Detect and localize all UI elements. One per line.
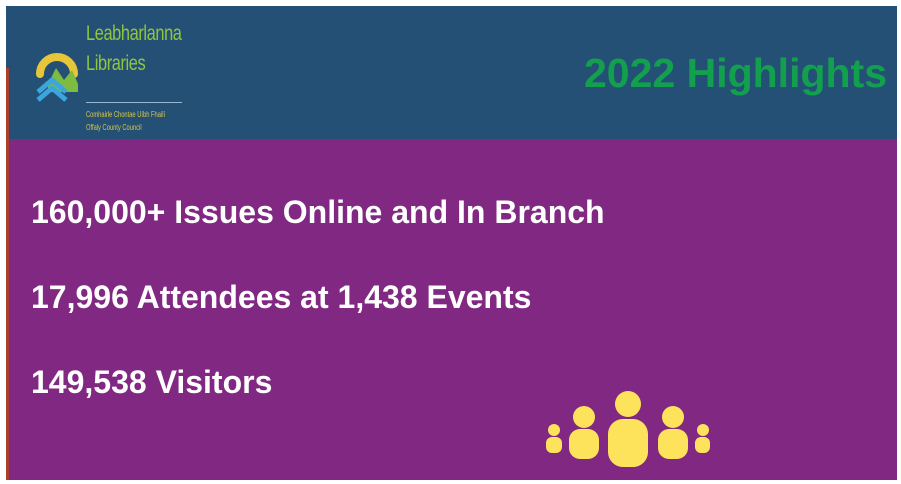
- slide: Leabharlanna Libraries Comhairle Chontae…: [6, 6, 897, 480]
- highlight-visitors: 149,538 Visitors: [31, 364, 273, 400]
- page-title: 2022 Highlights: [583, 50, 887, 96]
- left-accent-bar: [6, 68, 9, 480]
- library-logo: Leabharlanna Libraries Comhairle Chontae…: [30, 20, 210, 136]
- highlights-panel: 160,000+ Issues Online and In Branch 17,…: [6, 139, 897, 480]
- highlight-issues: 160,000+ Issues Online and In Branch: [31, 194, 605, 230]
- logo-name-english: Libraries: [86, 52, 146, 75]
- highlight-events: 17,996 Attendees at 1,438 Events: [31, 279, 532, 315]
- logo-council-irish: Comhairle Chontae Uíbh Fhailí: [86, 110, 166, 119]
- logo-divider: [86, 102, 182, 103]
- people-group-icon: [546, 391, 710, 467]
- logo-name-irish: Leabharlanna: [86, 22, 182, 45]
- logo-council-english: Offaly County Council: [86, 123, 142, 132]
- header-banner: Leabharlanna Libraries Comhairle Chontae…: [6, 6, 897, 139]
- leabharlanna-logo-icon: [36, 53, 78, 102]
